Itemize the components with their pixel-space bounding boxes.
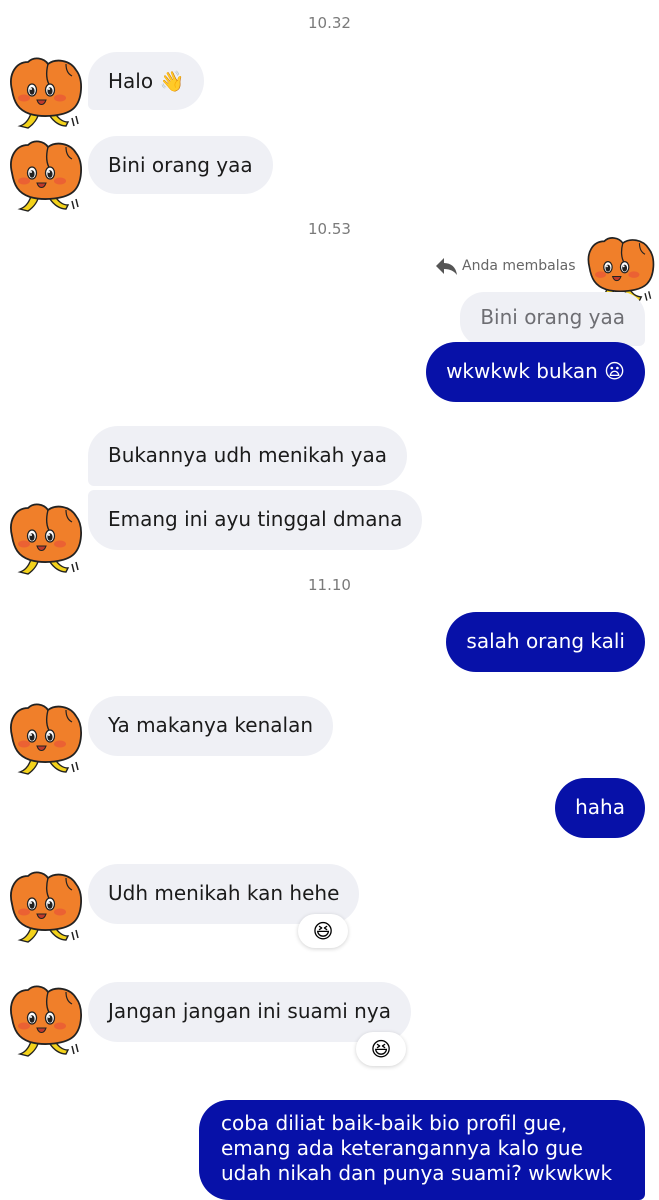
timestamp: 10.53 bbox=[308, 220, 351, 238]
incoming-message[interactable]: Jangan jangan ini suami nya bbox=[88, 982, 411, 1042]
reaction-emoji[interactable]: 😆 bbox=[298, 914, 348, 948]
sticker-avatar-icon[interactable] bbox=[4, 52, 86, 134]
incoming-message[interactable]: Bini orang yaa bbox=[88, 136, 273, 194]
incoming-message[interactable]: Ya makanya kenalan bbox=[88, 696, 334, 756]
outgoing-message[interactable]: wkwkwk bukan 😦 bbox=[426, 342, 645, 402]
quoted-message[interactable]: Bini orang yaa bbox=[460, 292, 645, 346]
incoming-message[interactable]: Emang ini ayu tinggal dmana bbox=[88, 490, 423, 550]
sticker-avatar-icon[interactable] bbox=[4, 866, 86, 948]
incoming-message[interactable]: Halo 👋 bbox=[88, 52, 205, 110]
sticker-avatar-icon[interactable] bbox=[4, 498, 86, 580]
sticker-avatar-icon[interactable] bbox=[4, 135, 86, 217]
timestamp: 11.10 bbox=[308, 576, 351, 594]
reaction-emoji[interactable]: 😆 bbox=[356, 1032, 406, 1066]
timestamp: 10.32 bbox=[308, 14, 351, 32]
outgoing-message[interactable]: salah orang kali bbox=[446, 612, 645, 672]
sticker-avatar-icon[interactable] bbox=[4, 980, 86, 1062]
reply-indicator: Anda membalas bbox=[434, 256, 575, 276]
reply-arrow-icon bbox=[436, 258, 457, 275]
outgoing-message[interactable]: coba diliat baik-baik bio profil gue, em… bbox=[199, 1100, 645, 1200]
incoming-message[interactable]: Bukannya udh menikah yaa bbox=[88, 426, 407, 486]
reply-label-text: Anda membalas bbox=[462, 258, 576, 274]
outgoing-message[interactable]: haha bbox=[555, 778, 645, 838]
sticker-avatar-icon[interactable] bbox=[4, 698, 86, 780]
